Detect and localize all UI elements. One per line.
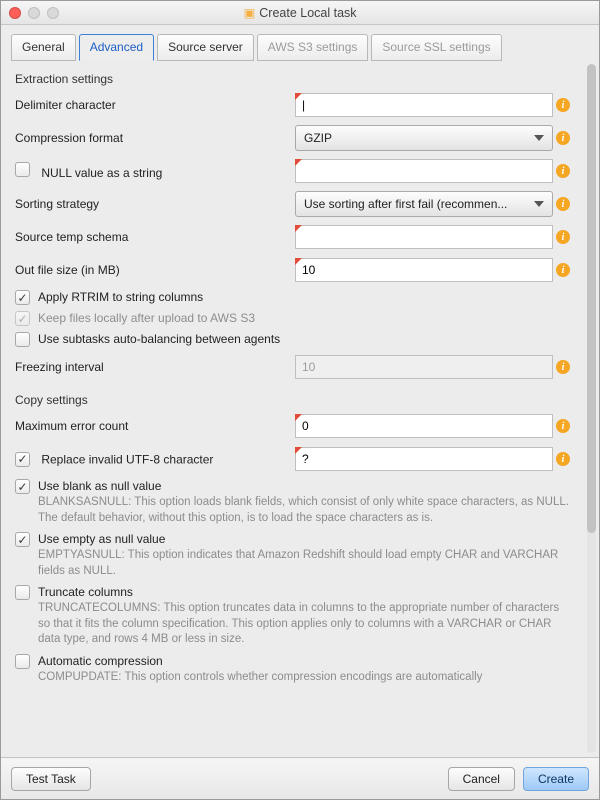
package-icon: ▣ [243,6,255,20]
keep-local-label: Keep files locally after upload to AWS S… [38,311,255,325]
dialog-footer: Test Task Cancel Create [1,757,599,799]
auto-compression-label: Automatic compression [38,654,163,668]
vertical-scrollbar[interactable] [587,64,596,753]
outfile-label: Out file size (in MB) [15,263,295,277]
copy-legend: Copy settings [15,393,573,407]
window-close-button[interactable] [9,7,21,19]
tab-source-ssl[interactable]: Source SSL settings [371,34,501,61]
info-icon[interactable]: i [556,131,570,145]
replace-utf8-row: Replace invalid UTF-8 character [15,452,295,467]
compression-select[interactable]: GZIP [295,125,553,151]
subtasks-label: Use subtasks auto-balancing between agen… [38,332,280,346]
temp-schema-input[interactable] [295,225,553,249]
info-icon[interactable]: i [556,452,570,466]
tab-source-server[interactable]: Source server [157,34,254,61]
tab-bar: General Advanced Source server AWS S3 se… [1,25,599,60]
info-icon[interactable]: i [556,360,570,374]
replace-utf8-input[interactable] [295,447,553,471]
info-icon[interactable]: i [556,230,570,244]
keep-local-checkbox[interactable] [15,311,30,326]
null-string-input[interactable] [295,159,553,183]
temp-schema-label: Source temp schema [15,230,295,244]
window-maximize-button [47,7,59,19]
blanks-null-desc: BLANKSASNULL: This option loads blank fi… [38,495,573,526]
copy-group: Copy settings Maximum error count i Repl… [15,393,573,685]
freezing-input [295,355,553,379]
auto-compression-desc: COMPUPDATE: This option controls whether… [38,670,573,686]
sorting-label: Sorting strategy [15,197,295,211]
outfile-input[interactable] [295,258,553,282]
sorting-select[interactable]: Use sorting after first fail (recommen..… [295,191,553,217]
rtrim-checkbox[interactable] [15,290,30,305]
extraction-group: Extraction settings Delimiter character … [15,72,573,381]
truncate-desc: TRUNCATECOLUMNS: This option truncates d… [38,601,573,648]
tab-general[interactable]: General [11,34,76,61]
cancel-button[interactable]: Cancel [448,767,515,791]
null-string-checkbox[interactable] [15,162,30,177]
content-scroll-area: Extraction settings Delimiter character … [1,60,599,757]
null-string-row: NULL value as a string [15,162,295,180]
max-err-input[interactable] [295,414,553,438]
info-icon[interactable]: i [556,197,570,211]
tab-aws-s3[interactable]: AWS S3 settings [257,34,369,61]
freezing-label: Freezing interval [15,360,295,374]
replace-utf8-checkbox[interactable] [15,452,30,467]
compression-label: Compression format [15,131,295,145]
window-title: ▣Create Local task [1,5,599,20]
info-icon[interactable]: i [556,263,570,277]
chevron-down-icon [534,135,544,141]
null-string-label: NULL value as a string [41,166,162,180]
empty-null-checkbox[interactable] [15,532,30,547]
auto-compression-checkbox[interactable] [15,654,30,669]
blanks-null-checkbox[interactable] [15,479,30,494]
replace-utf8-label: Replace invalid UTF-8 character [41,452,213,466]
create-button[interactable]: Create [523,767,589,791]
max-err-label: Maximum error count [15,419,295,433]
truncate-checkbox[interactable] [15,585,30,600]
tab-advanced[interactable]: Advanced [79,34,154,61]
subtasks-checkbox[interactable] [15,332,30,347]
scrollbar-thumb[interactable] [587,64,596,533]
chevron-down-icon [534,201,544,207]
truncate-label: Truncate columns [38,585,133,599]
info-icon[interactable]: i [556,419,570,433]
info-icon[interactable]: i [556,164,570,178]
delimiter-label: Delimiter character [15,98,295,112]
extraction-legend: Extraction settings [15,72,573,86]
rtrim-label: Apply RTRIM to string columns [38,290,203,304]
titlebar: ▣Create Local task [1,1,599,25]
info-icon[interactable]: i [556,98,570,112]
empty-null-desc: EMPTYASNULL: This option indicates that … [38,548,573,579]
test-task-button[interactable]: Test Task [11,767,91,791]
empty-null-label: Use empty as null value [38,532,165,546]
blanks-null-label: Use blank as null value [38,479,161,493]
window-minimize-button [28,7,40,19]
delimiter-input[interactable] [295,93,553,117]
